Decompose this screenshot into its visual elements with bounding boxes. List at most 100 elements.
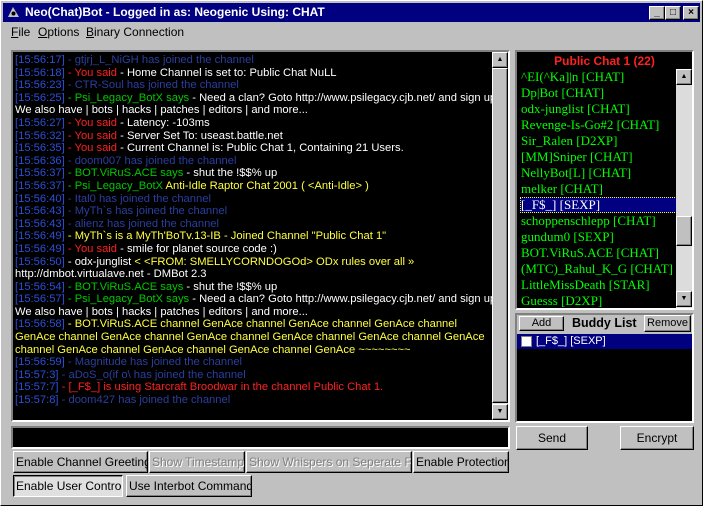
close-button[interactable]: × <box>683 6 699 20</box>
message-input[interactable] <box>11 426 510 449</box>
bot-app-icon <box>6 5 21 20</box>
menu-binary-connection[interactable]: Binary Connection <box>86 25 184 39</box>
chat-line: [15:56:32] - You said - Server Set To: u… <box>15 130 493 143</box>
channel-user[interactable]: gundum0 [SEXP] <box>520 229 677 245</box>
channel-user-list[interactable]: Public Chat 1 (22) ^EI(^Ka]|n [CHAT] Dp|B… <box>515 50 694 310</box>
chat-line: [15:56:54] - BOT.ViRuS.ACE says - shut t… <box>15 281 493 294</box>
channel-user[interactable]: melker [CHAT] <box>520 181 677 197</box>
channel-user[interactable]: Revenge-Is-Go#2 [CHAT] <box>520 117 677 133</box>
channel-user[interactable]: Guesss [D2XP] <box>520 293 677 309</box>
menu-file[interactable]: File <box>11 25 30 39</box>
chat-text: - alienz has joined the channel <box>64 217 220 230</box>
enable-channel-greetings-button[interactable]: Enable Channel Greetings <box>13 451 148 473</box>
channel-user[interactable]: Sir_Ralen [D2XP] <box>520 133 677 149</box>
chat-text: - Ital0 has joined the channel <box>64 192 211 205</box>
chat-text: - odx-junglist <box>64 255 132 268</box>
add-buddy-button[interactable]: Add <box>519 316 564 331</box>
chat-timestamp: [15:56:49] <box>15 242 65 255</box>
chat-text: - CTR-Soul has joined the channel <box>64 79 239 92</box>
chat-line: [15:56:37] - Psi_Legacy_BotX Anti-Idle R… <box>15 180 493 193</box>
chat-timestamp: [15:57:3] <box>15 368 59 381</box>
chat-text: - Server Set To: useast.battle.net <box>117 129 283 142</box>
chat-timestamp: [15:57:7] <box>15 381 59 394</box>
chat-text: - MyTh`s has joined the channel <box>64 205 228 218</box>
chat-text: We also have | bots | hacks | patches | … <box>15 305 308 318</box>
chat-scrollbar[interactable]: ▲ ▼ <box>492 52 508 420</box>
enable-user-control-button[interactable]: Enable User Control <box>13 475 123 497</box>
chat-text: - BOT.ViRuS.ACE says <box>64 167 184 180</box>
chat-text: We also have | bots | hacks | patches | … <box>15 104 308 117</box>
chat-log[interactable]: [15:56:17] - gtjrj_L_NiGH has joined the… <box>11 50 510 422</box>
chat-timestamp: [15:56:54] <box>15 280 65 293</box>
user-scroll-thumb[interactable] <box>676 216 692 246</box>
user-list-scrollbar[interactable]: ▲ ▼ <box>676 69 692 308</box>
chat-timestamp: [15:56:23] <box>15 79 65 92</box>
chat-line: [15:56:49] - MyTh`s is a MyTh'BoTv.13-IB… <box>15 230 493 243</box>
use-interbot-commands-button[interactable]: Use Interbot Commands <box>126 475 252 497</box>
chat-line: [15:56:18] - You said - Home Channel is … <box>15 67 493 80</box>
chat-line: [15:56:27] - You said - Latency: -103ms <box>15 117 493 130</box>
chat-lines: [15:56:17] - gtjrj_L_NiGH has joined the… <box>15 54 499 407</box>
chat-timestamp: [15:56:50] <box>15 255 65 268</box>
channel-user[interactable]: NellyBot[L] [CHAT] <box>520 165 677 181</box>
channel-user[interactable]: [MM]Sniper [CHAT] <box>520 149 677 165</box>
chat-text: Anti-Idle Raptor Chat 2001 ( <Anti-Idle>… <box>163 179 369 192</box>
channel-user[interactable]: ^EI(^Ka]|n [CHAT] <box>520 69 677 85</box>
chat-text: - Need a clan? Goto http://www.psilegacy… <box>189 91 500 104</box>
minimize-button[interactable]: _ <box>649 6 665 20</box>
show-timestamps-button[interactable]: Show Timestamps <box>149 451 245 473</box>
show-whispers-button[interactable]: Show Whispers on Seperate Form <box>246 451 412 473</box>
chat-line: [15:56:57] - Psi_Legacy_BotX says - Need… <box>15 293 499 306</box>
enable-protection-button[interactable]: Enable Protection <box>413 451 509 473</box>
chat-text: < <FROM: SMELLYCORNDOGOd> ODx rules over… <box>131 255 415 268</box>
scroll-up-icon[interactable]: ▲ <box>492 52 508 68</box>
user-scroll-up-icon[interactable]: ▲ <box>676 69 692 85</box>
chat-text: - You said <box>64 129 118 142</box>
chat-timestamp: [15:56:17] <box>15 54 65 66</box>
channel-user[interactable]: [_F$_] [SEXP] <box>520 197 677 213</box>
chat-timestamp: [15:56:40] <box>15 192 65 205</box>
channel-user[interactable]: Dp|Bot [CHAT] <box>520 85 677 101</box>
chat-timestamp: [15:56:43] <box>15 205 65 218</box>
user-scroll-down-icon[interactable]: ▼ <box>676 291 692 307</box>
chat-line: [15:56:50] - odx-junglist < <FROM: SMELL… <box>15 256 493 269</box>
buddy-header: Add Buddy List Remove <box>517 315 692 334</box>
channel-user[interactable]: schoppenschlepp [CHAT] <box>520 213 677 229</box>
chat-line: [15:56:37] - BOT.ViRuS.ACE says - shut t… <box>15 167 493 180</box>
chat-text: - Latency: -103ms <box>117 116 210 129</box>
menu-bar: File Options Binary Connection <box>3 23 700 41</box>
chat-timestamp: [15:56:49] <box>15 230 65 243</box>
encrypt-button[interactable]: Encrypt <box>620 426 694 450</box>
channel-user[interactable]: LittleMissDeath [STAR] <box>520 277 677 293</box>
window-title: Neo(Chat)Bot - Logged in as: Neogenic Us… <box>25 5 325 19</box>
chat-text: - BOT.ViRuS.ACE says <box>64 280 184 293</box>
buddy-item[interactable]: [_F$_] [SEXP] <box>517 334 692 349</box>
chat-line: [15:57:7] - [_F$_] is using Starcraft Br… <box>15 381 493 394</box>
chat-text: - gtjrj_L_NiGH has joined the channel <box>64 54 254 66</box>
menu-options[interactable]: Options <box>38 25 79 39</box>
chat-text: - shut the !$$% up <box>183 280 278 293</box>
chat-line: We also have | bots | hacks | patches | … <box>15 306 493 319</box>
scroll-down-icon[interactable]: ▼ <box>492 404 508 420</box>
chat-text: - doom007 has joined the channel <box>64 154 237 167</box>
remove-buddy-button[interactable]: Remove <box>644 315 691 332</box>
chat-timestamp: [15:56:43] <box>15 217 65 230</box>
chat-line: We also have | bots | hacks | patches | … <box>15 104 493 117</box>
title-bar[interactable]: Neo(Chat)Bot - Logged in as: Neogenic Us… <box>3 3 700 22</box>
chat-timestamp: [15:56:18] <box>15 66 65 79</box>
chat-line: [15:56:35] - You said - Current Channel … <box>15 142 493 155</box>
chat-text: - BOT.ViRuS.ACE channel GenAce channel G… <box>15 318 485 356</box>
maximize-button[interactable]: □ <box>665 6 681 20</box>
channel-user[interactable]: odx-junglist [CHAT] <box>520 101 677 117</box>
chat-text: - You said <box>64 66 118 79</box>
channel-user[interactable]: BOT.ViRuS.ACE [CHAT] <box>520 245 677 261</box>
buddy-checkbox[interactable] <box>521 336 532 347</box>
send-button[interactable]: Send <box>516 426 588 450</box>
chat-text: - You said <box>64 142 118 155</box>
chat-timestamp: [15:56:35] <box>15 142 65 155</box>
user-list[interactable]: ^EI(^Ka]|n [CHAT] Dp|Bot [CHAT] odx-jungli… <box>520 69 677 309</box>
main-window: Neo(Chat)Bot - Logged in as: Neogenic Us… <box>0 0 703 506</box>
channel-user[interactable]: (MTC)_Rahul_K_G [CHAT] <box>520 261 677 277</box>
chat-scroll-thumb[interactable] <box>492 68 508 403</box>
chat-text: - doom427 has joined the channel <box>58 394 231 407</box>
